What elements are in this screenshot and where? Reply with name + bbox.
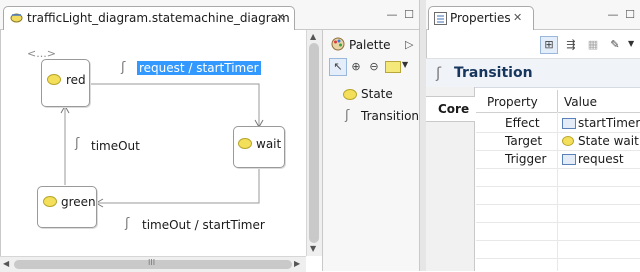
edit-icon[interactable]: ✎ bbox=[606, 36, 624, 54]
properties-tab-close-icon[interactable]: ✕ bbox=[513, 11, 522, 24]
state-icon bbox=[343, 89, 357, 100]
properties-maximize-icon[interactable]: ☐ bbox=[624, 9, 636, 20]
transition-icon: ʃ bbox=[121, 60, 126, 75]
side-tab-core[interactable]: Core bbox=[426, 96, 475, 122]
scroll-down-icon[interactable]: ▼ bbox=[310, 244, 316, 253]
grid-row-line bbox=[476, 222, 640, 223]
scroll-right-icon[interactable]: ▶ bbox=[294, 259, 300, 268]
column-header-value[interactable]: Value bbox=[564, 95, 597, 109]
editor-tab-title: trafficLight_diagram.statemachine_diagra… bbox=[27, 11, 290, 25]
transition-icon: ʃ bbox=[125, 216, 130, 231]
grid-row-line bbox=[476, 258, 640, 259]
grid-row-line bbox=[476, 186, 640, 187]
property-value: startTimer bbox=[578, 116, 640, 130]
restore-default-icon[interactable]: ▦ bbox=[584, 36, 602, 54]
properties-toolbar: ⊞ ⇶ ▦ ✎ ▼ bbox=[540, 36, 640, 56]
properties-header: ʃ Transition bbox=[426, 58, 640, 88]
palette-panel: Palette ▷ ↖ ⊕ ⊖ ▼ State ʃ Transition bbox=[322, 30, 420, 271]
table-header: Property Value bbox=[476, 90, 640, 113]
show-advanced-icon[interactable]: ⇶ bbox=[562, 36, 580, 54]
view-menu-icon[interactable]: ▼ bbox=[628, 39, 634, 48]
properties-header-title: Transition bbox=[454, 65, 533, 81]
grid-row-line bbox=[476, 168, 640, 169]
editor-vertical-scrollbar[interactable]: ▲ ▼ bbox=[306, 30, 322, 256]
horizontal-scroll-thumb[interactable]: III bbox=[14, 258, 292, 269]
palette-icon bbox=[331, 37, 345, 54]
palette-toolbar: ↖ ⊕ ⊖ ▼ bbox=[329, 58, 417, 78]
editor-tab-close-icon[interactable]: ✕ bbox=[276, 11, 285, 24]
side-tab-core-label: Core bbox=[438, 102, 470, 116]
zoom-out-icon[interactable]: ⊖ bbox=[365, 58, 383, 76]
palette-item-transition[interactable]: ʃ Transition bbox=[343, 108, 419, 126]
palette-title: Palette bbox=[349, 38, 391, 52]
column-header-property[interactable]: Property bbox=[487, 95, 538, 109]
editor-tab[interactable]: trafficLight_diagram.statemachine_diagra… bbox=[3, 6, 295, 30]
state-icon bbox=[43, 196, 57, 207]
scroll-up-icon[interactable]: ▲ bbox=[310, 32, 316, 41]
property-name: Trigger bbox=[505, 152, 547, 166]
state-icon bbox=[47, 74, 61, 85]
state-green[interactable]: green bbox=[37, 186, 97, 228]
property-value: State wait bbox=[578, 134, 639, 148]
editor-horizontal-scrollbar[interactable]: ◀ III ▶ bbox=[0, 256, 306, 272]
operation-icon bbox=[562, 154, 576, 165]
transition-icon: ʃ bbox=[345, 108, 350, 123]
grid-row-line bbox=[476, 204, 640, 205]
editor-maximize-icon[interactable]: ☐ bbox=[403, 9, 415, 20]
state-red-label: red bbox=[66, 73, 86, 87]
state-icon bbox=[238, 138, 252, 149]
table-row[interactable]: Target State wait bbox=[476, 133, 640, 150]
column-divider[interactable] bbox=[557, 90, 558, 112]
chevron-down-icon[interactable]: ▼ bbox=[402, 60, 408, 69]
state-icon bbox=[562, 136, 574, 146]
diagram-canvas[interactable]: <...> red wait green ʃ request / startTi… bbox=[0, 30, 307, 258]
operation-icon bbox=[562, 118, 576, 129]
transition-icon: ʃ bbox=[75, 136, 80, 151]
select-tool-icon[interactable]: ↖ bbox=[329, 58, 347, 76]
table-row[interactable]: Effect startTimer bbox=[476, 115, 640, 132]
state-red[interactable]: red bbox=[41, 59, 90, 107]
transition-label-timeout-start[interactable]: timeOut / startTimer bbox=[142, 218, 265, 232]
property-value: request bbox=[578, 152, 624, 166]
note-tool-icon[interactable] bbox=[385, 61, 401, 73]
property-name: Effect bbox=[505, 116, 540, 130]
state-wait[interactable]: wait bbox=[233, 126, 285, 168]
show-categories-icon[interactable]: ⊞ bbox=[540, 36, 558, 54]
properties-tab[interactable]: Properties ✕ bbox=[428, 6, 534, 30]
transition-label-request[interactable]: request / startTimer bbox=[137, 61, 261, 75]
property-table: Property Value Effect startTimer Target … bbox=[476, 90, 640, 271]
grid-row-line bbox=[476, 240, 640, 241]
properties-tab-title: Properties bbox=[450, 11, 511, 25]
editor-minimize-icon[interactable]: — bbox=[386, 9, 398, 20]
state-wait-label: wait bbox=[256, 137, 282, 151]
property-name: Target bbox=[505, 134, 543, 148]
properties-minimize-icon[interactable]: — bbox=[607, 9, 619, 20]
palette-item-label: Transition bbox=[361, 109, 420, 123]
palette-expand-icon[interactable]: ▷ bbox=[405, 38, 413, 51]
properties-icon bbox=[434, 12, 447, 25]
transition-icon: ʃ bbox=[436, 64, 442, 82]
vertical-scroll-thumb[interactable] bbox=[309, 43, 319, 243]
zoom-in-icon[interactable]: ⊕ bbox=[347, 58, 365, 76]
diagram-file-icon bbox=[10, 12, 23, 23]
table-row[interactable]: Trigger request bbox=[476, 151, 640, 168]
scroll-grip: III bbox=[148, 258, 156, 267]
state-green-label: green bbox=[61, 195, 96, 209]
scroll-left-icon[interactable]: ◀ bbox=[3, 259, 9, 268]
transition-label-timeout[interactable]: timeOut bbox=[91, 139, 140, 153]
palette-item-state[interactable]: State bbox=[343, 86, 419, 104]
palette-item-label: State bbox=[361, 87, 393, 101]
